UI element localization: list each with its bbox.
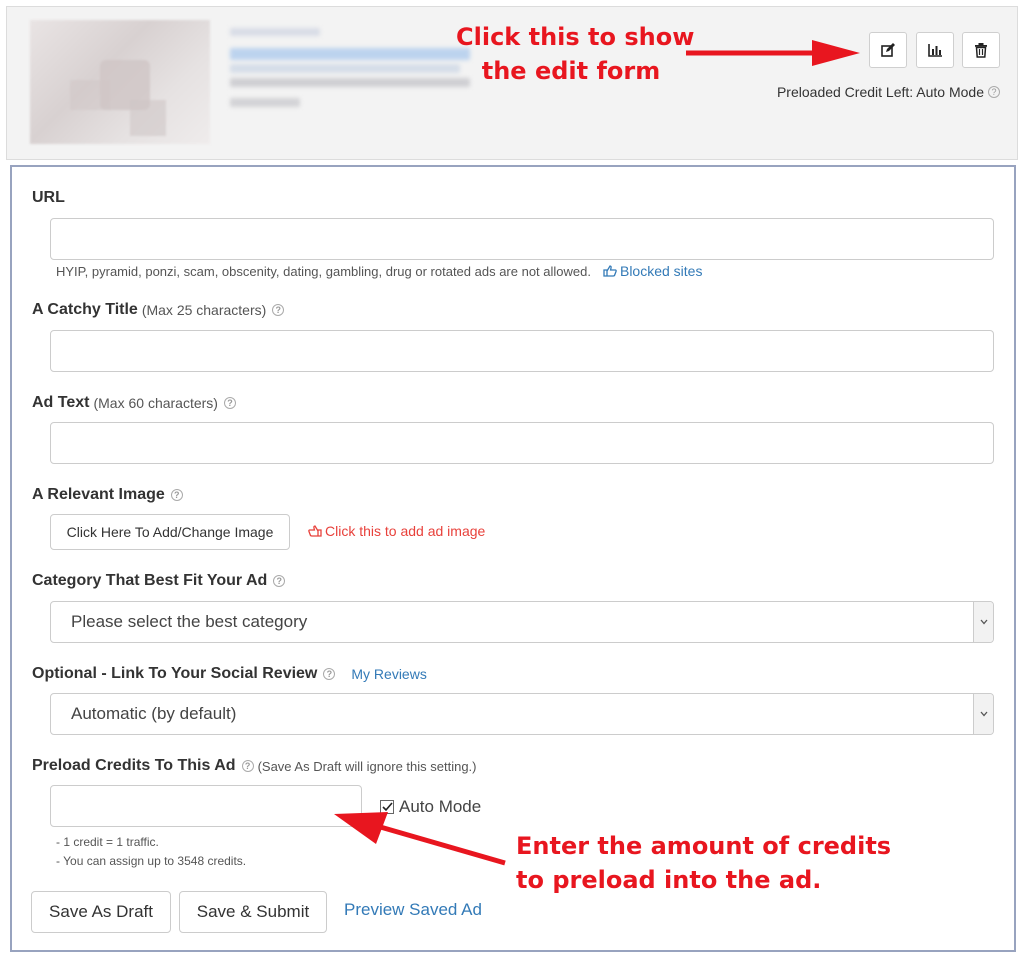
preload-credits-input[interactable] <box>50 785 362 827</box>
save-as-draft-label: Save As Draft <box>49 902 153 921</box>
bar-chart-icon <box>928 44 942 57</box>
preload-label-text: Preload Credits To This Ad <box>32 757 236 774</box>
trash-icon <box>975 43 987 58</box>
preload-label-sub: (Save As Draft will ignore this setting.… <box>257 758 477 774</box>
help-icon[interactable]: ? <box>170 489 183 501</box>
review-select[interactable]: Automatic (by default) <box>50 693 994 735</box>
help-icon[interactable]: ? <box>323 668 336 680</box>
add-image-note: Click this to add ad image <box>307 523 485 539</box>
ad-text-label-sub: (Max 60 characters) <box>93 395 218 411</box>
review-selected-value: Automatic (by default) <box>71 704 237 723</box>
hand-pointer-icon <box>603 265 617 277</box>
category-label: Category That Best Fit Your Ad ? <box>32 572 286 590</box>
save-as-draft-button[interactable]: Save As Draft <box>31 891 171 933</box>
add-image-button-label: Click Here To Add/Change Image <box>66 524 274 540</box>
url-input[interactable] <box>50 218 994 260</box>
edit-form-annotation: Click this to show the edit form <box>456 20 695 88</box>
title-label: A Catchy Title (Max 25 characters) ? <box>32 301 285 319</box>
help-icon[interactable]: ? <box>273 575 286 587</box>
add-image-note-text: Click this to add ad image <box>325 523 486 539</box>
url-hint: HYIP, pyramid, ponzi, scam, obscenity, d… <box>56 263 702 279</box>
annotation-line: Click this to show <box>456 23 695 51</box>
url-hint-text: HYIP, pyramid, ponzi, scam, obscenity, d… <box>56 263 591 279</box>
edit-button[interactable] <box>869 32 907 68</box>
save-and-submit-label: Save & Submit <box>196 902 310 921</box>
ad-text-label: Ad Text (Max 60 characters) ? <box>32 394 236 412</box>
review-label-text: Optional - Link To Your Social Review <box>32 665 318 682</box>
help-icon[interactable]: ? <box>988 86 1000 98</box>
review-label: Optional - Link To Your Social Review ? … <box>32 665 427 683</box>
preload-hint-1: - 1 credit = 1 traffic. <box>56 835 159 849</box>
annotation-line: Enter the amount of credits <box>516 832 892 860</box>
category-select[interactable]: Please select the best category <box>50 601 994 643</box>
title-label-text: A Catchy Title <box>32 301 138 318</box>
annotation-line: the edit form <box>481 57 661 85</box>
image-label: A Relevant Image ? <box>32 486 183 504</box>
url-label: URL <box>32 189 65 207</box>
blurred-ad-info <box>222 26 472 126</box>
help-icon[interactable]: ? <box>241 760 254 772</box>
help-icon[interactable]: ? <box>272 304 285 316</box>
chevron-down-icon <box>973 602 993 642</box>
blocked-sites-link-text: Blocked sites <box>619 263 703 279</box>
preload-annotation: Enter the amount of credits to preload i… <box>516 829 891 897</box>
edit-icon <box>881 43 895 57</box>
category-selected-value: Please select the best category <box>71 612 308 631</box>
ad-thumbnail <box>30 20 210 144</box>
preload-hint-2: - You can assign up to 3548 credits. <box>56 854 247 868</box>
stats-button[interactable] <box>916 32 954 68</box>
category-label-text: Category That Best Fit Your Ad <box>32 572 268 589</box>
title-label-sub: (Max 25 characters) <box>141 302 267 318</box>
ad-text-label-text: Ad Text <box>32 394 90 411</box>
url-label-text: URL <box>32 189 65 206</box>
ad-text-input[interactable] <box>50 422 994 464</box>
annotation-line: to preload into the ad. <box>516 866 822 894</box>
my-reviews-link[interactable]: My Reviews <box>351 666 426 682</box>
title-input[interactable] <box>50 330 994 372</box>
delete-button[interactable] <box>962 32 1000 68</box>
hand-pointer-left-icon <box>308 525 322 537</box>
annotation-arrow-right <box>686 40 860 66</box>
preload-label: Preload Credits To This Ad ? (Save As Dr… <box>32 757 477 775</box>
annotation-arrow-left <box>334 812 506 866</box>
preview-saved-ad-link[interactable]: Preview Saved Ad <box>344 900 482 920</box>
blocked-sites-link[interactable]: Blocked sites <box>603 263 702 279</box>
image-label-text: A Relevant Image <box>32 486 165 503</box>
preloaded-credit-status: Preloaded Credit Left: Auto Mode ? <box>777 84 1000 100</box>
help-icon[interactable]: ? <box>223 397 236 409</box>
credit-status-text: Preloaded Credit Left: Auto Mode <box>776 84 984 100</box>
chevron-down-icon <box>973 694 993 734</box>
add-image-button[interactable]: Click Here To Add/Change Image <box>50 514 290 550</box>
save-and-submit-button[interactable]: Save & Submit <box>179 891 327 933</box>
